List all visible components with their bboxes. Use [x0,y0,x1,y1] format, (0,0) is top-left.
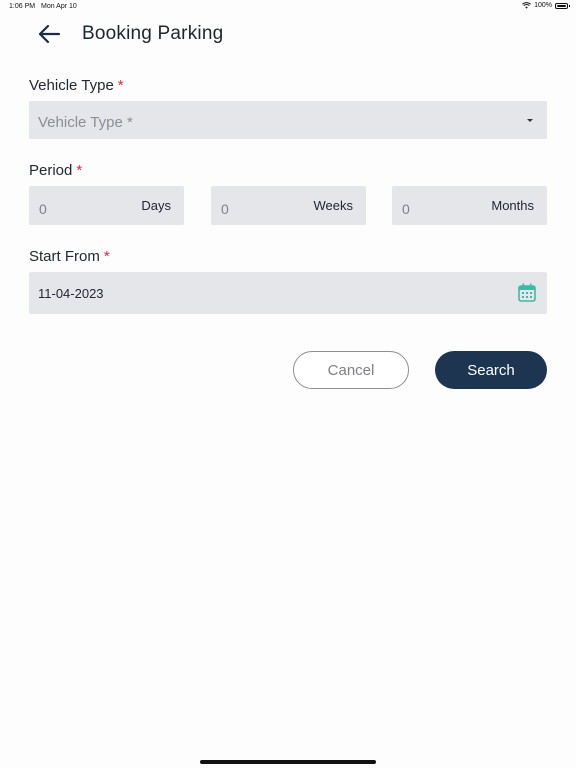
period-label-text: Period [29,162,73,179]
vehicle-type-placeholder: Vehicle Type * [38,114,133,131]
vehicle-type-label-text: Vehicle Type [29,77,114,94]
status-right: 100% [522,2,570,9]
status-time: 1:06 PM [9,3,36,10]
start-from-label: Start From * [29,248,110,265]
battery-percent: 100% [534,2,552,9]
caret-down-icon [527,119,533,122]
period-days-input[interactable]: 0 Days [29,186,184,225]
back-button[interactable] [34,20,64,48]
calendar-icon[interactable] [518,283,536,302]
period-days-value: 0 [39,201,47,217]
home-indicator[interactable] [200,760,376,764]
start-date-value: 11-04-2023 [38,286,104,301]
vehicle-type-select[interactable]: Vehicle Type * [29,101,547,139]
status-date: Mon Apr 10 [41,3,77,10]
page-title: Booking Parking [82,23,224,44]
period-weeks-unit: Weeks [313,198,354,213]
period-weeks-value: 0 [221,201,229,217]
period-label: Period * [29,162,82,179]
period-months-unit: Months [491,198,534,213]
cancel-button[interactable]: Cancel [293,351,409,389]
required-mark: * [117,77,124,94]
period-months-input[interactable]: 0 Months [392,186,547,225]
start-date-field[interactable]: 11-04-2023 [29,272,547,314]
arrow-left-icon [38,24,61,44]
search-button[interactable]: Search [435,351,547,389]
required-mark: * [76,162,83,179]
battery-icon [555,2,570,9]
period-days-unit: Days [141,198,171,213]
wifi-icon [522,2,532,9]
required-mark: * [103,248,110,265]
status-bar: 1:06 PM Mon Apr 10 100% [0,0,576,14]
start-from-label-text: Start From [29,248,100,265]
period-weeks-input[interactable]: 0 Weeks [211,186,366,225]
vehicle-type-label: Vehicle Type * [29,77,124,94]
period-months-value: 0 [402,201,410,217]
